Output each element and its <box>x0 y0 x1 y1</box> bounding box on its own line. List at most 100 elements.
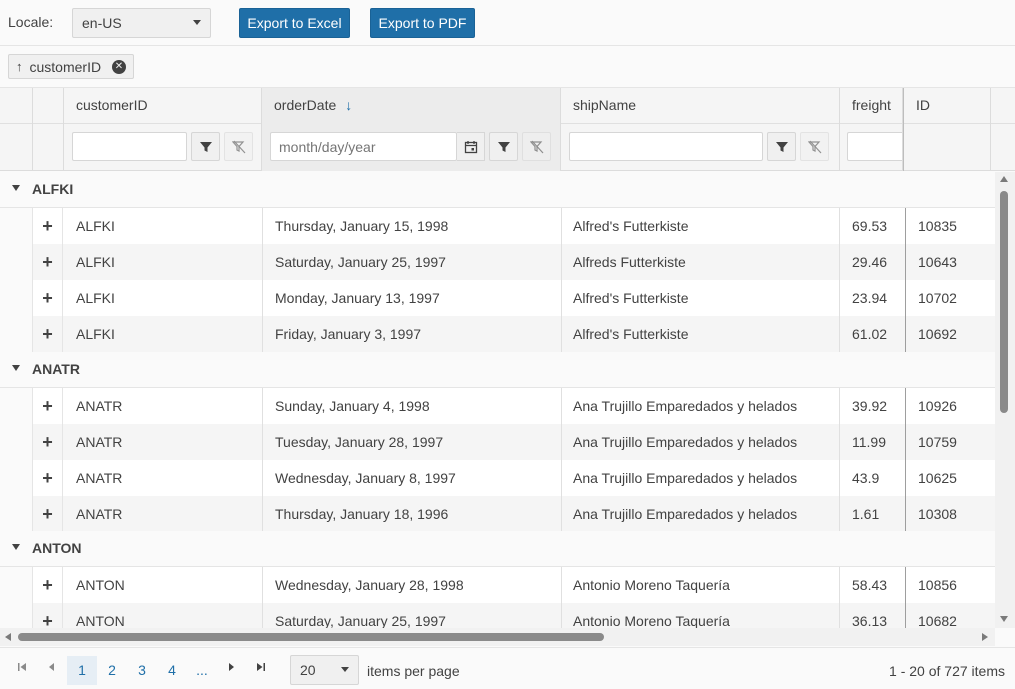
table-row[interactable]: + ANATR Thursday, January 18, 1996 Ana T… <box>0 496 995 532</box>
shipname-filter-input[interactable] <box>569 132 763 161</box>
collapse-icon[interactable] <box>12 185 20 191</box>
cell-customerid: ANTON <box>76 613 125 628</box>
group-row-anton[interactable]: ANTON <box>0 531 995 567</box>
horizontal-scrollbar[interactable] <box>0 628 995 646</box>
vertical-scrollbar[interactable] <box>995 172 1015 628</box>
vertical-scroll-thumb[interactable] <box>1000 191 1008 413</box>
filter-button[interactable] <box>767 132 796 161</box>
next-page-icon[interactable] <box>226 662 236 675</box>
more-pages-button[interactable]: ... <box>187 656 217 685</box>
chevron-down-icon <box>341 667 349 672</box>
page-1-button[interactable]: 1 <box>67 656 97 685</box>
filter-button[interactable] <box>489 132 518 161</box>
table-row[interactable]: + ANATR Sunday, January 4, 1998 Ana Truj… <box>0 388 995 424</box>
column-title-wrap: orderDate ↓ <box>274 97 352 113</box>
expand-row-icon[interactable]: + <box>33 424 63 460</box>
cell-orderdate: Friday, January 3, 1997 <box>275 326 422 342</box>
row-indent <box>0 567 33 603</box>
column-header-customerid[interactable]: customerID <box>64 88 262 171</box>
clear-filter-icon <box>529 140 543 153</box>
column-title: customerID <box>76 97 148 113</box>
clear-filter-button[interactable] <box>800 132 829 161</box>
cell-customerid: ANATR <box>76 506 123 522</box>
table-row[interactable]: + ALFKI Thursday, January 15, 1998 Alfre… <box>0 208 995 244</box>
calendar-button[interactable] <box>457 132 485 161</box>
header-expand-cell <box>33 88 64 171</box>
cell-freight: 43.9 <box>852 470 880 486</box>
expand-row-icon[interactable]: + <box>33 388 63 424</box>
table-row[interactable]: + ANTON Saturday, January 25, 1997 Anton… <box>0 603 995 628</box>
table-row[interactable]: + ALFKI Friday, January 3, 1997 Alfred's… <box>0 316 995 352</box>
customerid-filter-input[interactable] <box>72 132 187 161</box>
group-row-alfki[interactable]: ALFKI <box>0 172 995 208</box>
export-excel-button[interactable]: Export to Excel <box>239 8 350 38</box>
column-header-orderdate[interactable]: orderDate ↓ <box>262 88 561 171</box>
expand-row-icon[interactable]: + <box>33 460 63 496</box>
row-indent <box>0 244 33 280</box>
cell-shipname: Ana Trujillo Emparedados y helados <box>573 506 798 522</box>
clear-filter-button[interactable] <box>224 132 253 161</box>
group-chip-customerid[interactable]: ↑ customerID ✕ <box>8 54 134 79</box>
clear-filter-button[interactable] <box>522 132 551 161</box>
cell-customerid: ANATR <box>76 434 123 450</box>
expand-row-icon[interactable]: + <box>33 280 63 316</box>
cell-shipname: Alfreds Futterkiste <box>573 254 686 270</box>
expand-row-icon[interactable]: + <box>33 567 63 603</box>
page-size-dropdown[interactable]: 20 <box>290 655 359 685</box>
table-row[interactable]: + ANATR Tuesday, January 28, 1997 Ana Tr… <box>0 424 995 460</box>
cell-id: 10643 <box>918 254 957 270</box>
orderdate-filter-input[interactable] <box>270 132 457 161</box>
freight-filter-input[interactable] <box>847 132 902 161</box>
column-header-id[interactable]: ID <box>903 88 991 171</box>
column-header-freight[interactable]: freight <box>840 88 903 171</box>
cell-shipname: Alfred's Futterkiste <box>573 326 689 342</box>
scroll-right-icon[interactable] <box>982 633 988 641</box>
horizontal-scroll-thumb[interactable] <box>18 633 604 641</box>
table-row[interactable]: + ALFKI Monday, January 13, 1997 Alfred'… <box>0 280 995 316</box>
cell-freight: 1.61 <box>852 506 880 522</box>
first-page-icon[interactable] <box>17 662 27 675</box>
cell-orderdate: Wednesday, January 28, 1998 <box>275 577 464 593</box>
expand-row-icon[interactable]: + <box>33 244 63 280</box>
expand-row-icon[interactable]: + <box>33 208 63 244</box>
cell-customerid: ANTON <box>76 577 125 593</box>
page-4-button[interactable]: 4 <box>157 656 187 685</box>
cell-orderdate: Thursday, January 18, 1996 <box>275 506 449 522</box>
cell-customerid: ALFKI <box>76 326 115 342</box>
cell-freight: 58.43 <box>852 577 888 593</box>
clear-filter-icon <box>807 140 821 153</box>
row-indent <box>0 460 33 496</box>
remove-group-icon[interactable]: ✕ <box>112 60 126 74</box>
group-row-anatr[interactable]: ANATR <box>0 352 995 388</box>
page-3-button[interactable]: 3 <box>127 656 157 685</box>
row-indent <box>0 316 33 352</box>
scroll-down-icon[interactable] <box>1000 616 1008 622</box>
cell-customerid: ANATR <box>76 470 123 486</box>
table-row[interactable]: + ALFKI Saturday, January 25, 1997 Alfre… <box>0 244 995 280</box>
collapse-icon[interactable] <box>12 544 20 550</box>
chevron-down-icon <box>193 20 201 25</box>
scroll-up-icon[interactable] <box>1000 176 1008 182</box>
filter-icon <box>497 141 510 152</box>
previous-page-icon[interactable] <box>47 662 57 675</box>
expand-row-icon[interactable]: + <box>33 316 63 352</box>
expand-row-icon[interactable]: + <box>33 603 63 628</box>
export-pdf-button[interactable]: Export to PDF <box>370 8 475 38</box>
sort-ascending-icon: ↑ <box>16 59 23 74</box>
scroll-left-icon[interactable] <box>5 633 11 641</box>
filter-button[interactable] <box>191 132 220 161</box>
table-row[interactable]: + ANATR Wednesday, January 8, 1997 Ana T… <box>0 460 995 496</box>
group-name: ANTON <box>32 540 82 556</box>
expand-row-icon[interactable]: + <box>33 496 63 532</box>
cell-shipname: Ana Trujillo Emparedados y helados <box>573 470 798 486</box>
page-2-button[interactable]: 2 <box>97 656 127 685</box>
group-chip-label: customerID <box>29 58 102 75</box>
last-page-icon[interactable] <box>256 662 266 675</box>
locale-dropdown[interactable]: en-US <box>72 8 211 38</box>
row-indent <box>0 208 33 244</box>
column-header-shipname[interactable]: shipName <box>561 88 840 171</box>
cell-orderdate: Saturday, January 25, 1997 <box>275 613 446 628</box>
cell-customerid: ANATR <box>76 398 123 414</box>
table-row[interactable]: + ANTON Wednesday, January 28, 1998 Anto… <box>0 567 995 603</box>
collapse-icon[interactable] <box>12 365 20 371</box>
